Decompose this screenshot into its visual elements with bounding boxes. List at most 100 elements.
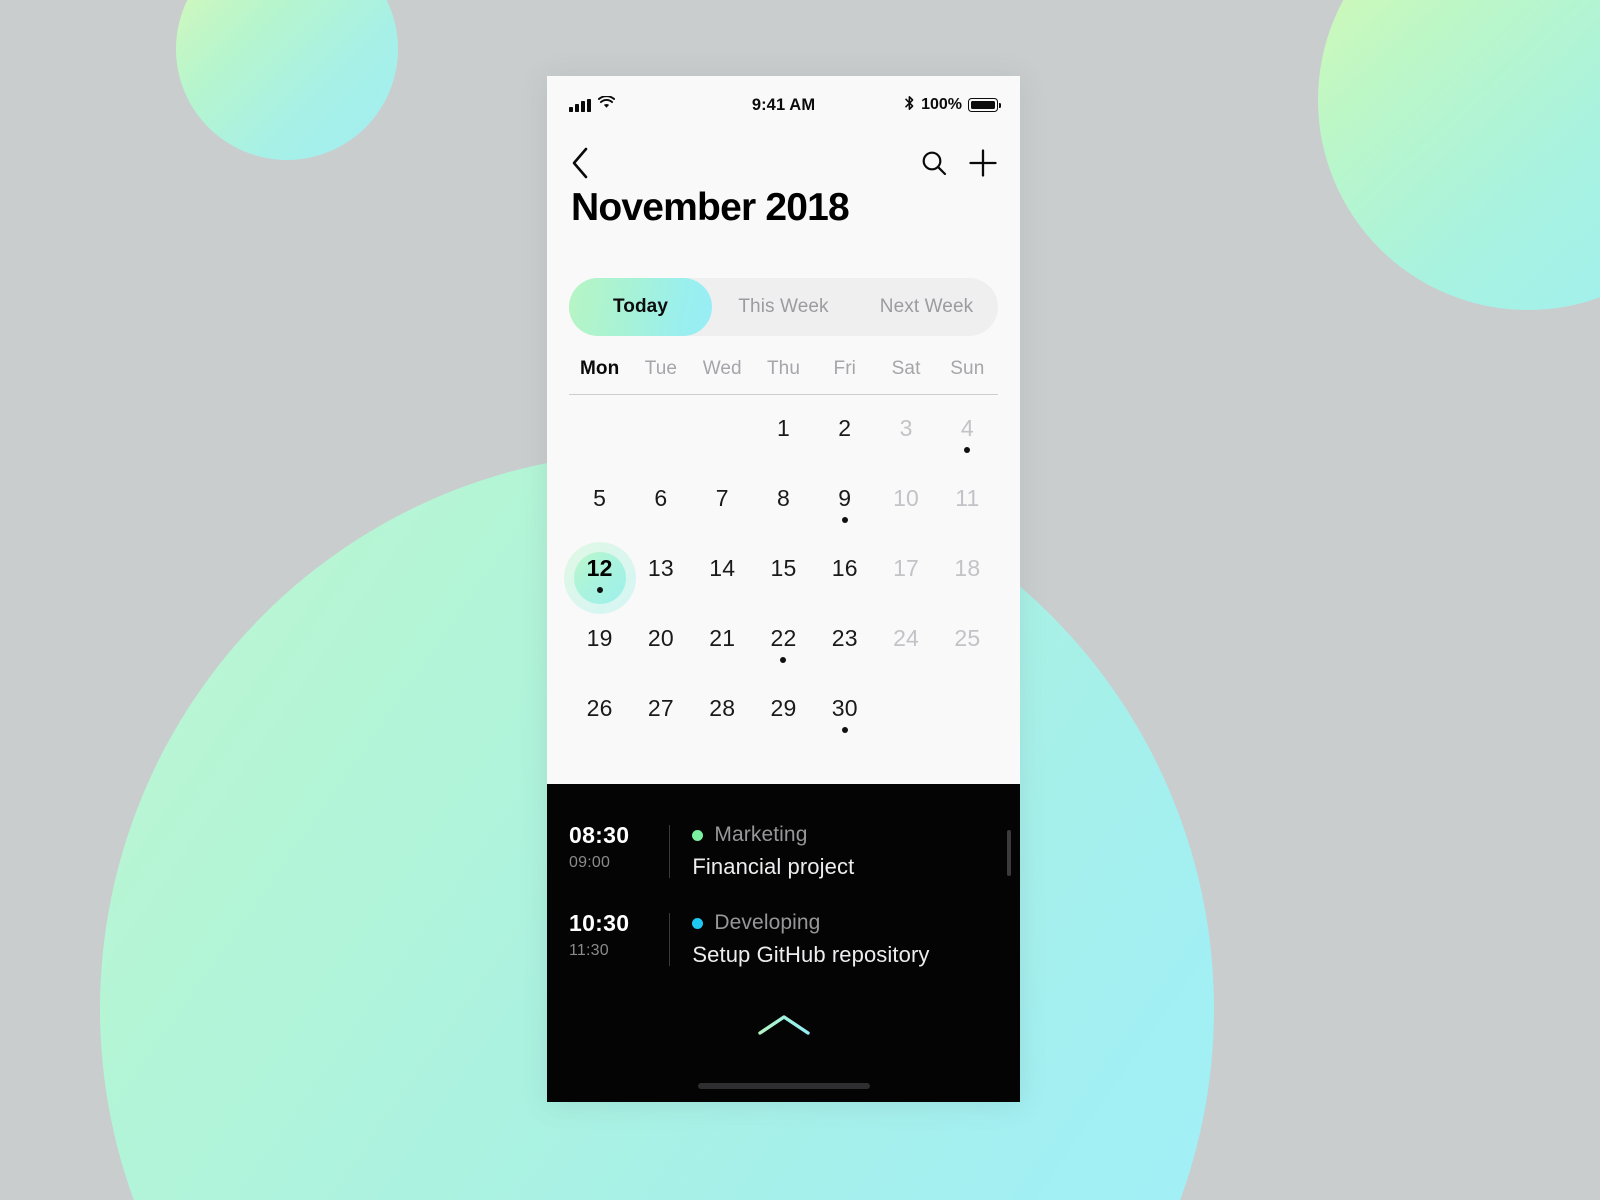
range-segmented-control: Today This Week Next Week (569, 278, 998, 336)
calendar-day-empty (692, 403, 753, 473)
calendar-day[interactable]: 3 (875, 403, 936, 473)
calendar-day-number: 15 (770, 555, 797, 581)
weekday-header-row: Mon Tue Wed Thu Fri Sat Sun (569, 358, 998, 395)
calendar-day[interactable]: 18 (937, 543, 998, 613)
battery-full-icon (968, 98, 1001, 112)
calendar-day[interactable]: 1 (753, 403, 814, 473)
calendar-day-selected[interactable]: 12 (569, 543, 630, 613)
calendar-day-number: 26 (586, 695, 613, 721)
segment-this-week[interactable]: This Week (712, 278, 855, 336)
search-icon[interactable] (920, 149, 948, 177)
calendar-day-number: 16 (831, 555, 858, 581)
calendar-day-number: 6 (654, 485, 668, 511)
event-category-label: Marketing (714, 823, 808, 846)
background-blob-small-top-left (176, 0, 398, 160)
weekday-mon: Mon (579, 358, 620, 379)
calendar-day[interactable]: 26 (569, 683, 630, 753)
calendar-day-number: 20 (647, 625, 674, 651)
calendar-day-number: 21 (709, 625, 736, 651)
calendar-day-number: 30 (831, 695, 858, 721)
calendar-day-empty (569, 403, 630, 473)
calendar-day[interactable]: 25 (937, 613, 998, 683)
event-end-time: 09:00 (569, 854, 611, 871)
calendar-day-grid: 1 2 3 4 5 6 7 8 9 10 11 12 13 14 15 16 17 18 19 20 21 22 23 24 2… (569, 403, 998, 784)
calendar-day-number: 14 (709, 555, 736, 581)
event-category-dot (692, 917, 704, 929)
calendar-day[interactable]: 14 (692, 543, 753, 613)
calendar-day-number: 24 (893, 625, 920, 651)
events-list: 08:30 09:00 Marketing Financial project 10:3… (547, 822, 1020, 968)
calendar-day[interactable]: 20 (630, 613, 691, 683)
calendar-day[interactable]: 6 (630, 473, 691, 543)
event-indicator-dot (596, 587, 603, 593)
weekday-sun: Sun (950, 358, 985, 379)
calendar-day-empty (630, 403, 691, 473)
event-title: Setup GitHub repository (692, 942, 930, 967)
calendar-day[interactable]: 4 (937, 403, 998, 473)
event-title: Financial project (692, 854, 855, 879)
event-indicator-dot (841, 727, 848, 733)
calendar-day[interactable]: 5 (569, 473, 630, 543)
calendar-day[interactable]: 2 (814, 403, 875, 473)
calendar-day-number: 1 (776, 415, 790, 441)
background-blob-top-right (1318, 0, 1600, 310)
calendar-day-number: 19 (586, 625, 613, 651)
calendar-day-number: 29 (770, 695, 797, 721)
navigation-bar (547, 134, 1020, 180)
calendar-day-number: 3 (899, 415, 913, 441)
calendar-day-number: 4 (960, 415, 974, 441)
calendar-day-number: 18 (954, 555, 981, 581)
events-scrollbar[interactable] (1007, 830, 1011, 876)
weekday-sat: Sat (891, 358, 921, 379)
calendar-day-number: 17 (893, 555, 920, 581)
calendar-day[interactable]: 19 (569, 613, 630, 683)
calendar-day-number: 7 (715, 485, 729, 511)
event-start-time: 08:30 (569, 822, 630, 848)
calendar-day[interactable]: 27 (630, 683, 691, 753)
event-category-dot (692, 829, 704, 841)
calendar-day[interactable]: 10 (875, 473, 936, 543)
calendar-day[interactable]: 22 (753, 613, 814, 683)
calendar-day-number: 28 (709, 695, 736, 721)
calendar-day[interactable]: 28 (692, 683, 753, 753)
event-body: Developing Setup GitHub repository (692, 910, 994, 968)
weekday-tue: Tue (644, 358, 678, 379)
event-indicator-dot (780, 657, 787, 663)
calendar-day[interactable]: 16 (814, 543, 875, 613)
calendar-day[interactable]: 17 (875, 543, 936, 613)
calendar-day-number: 8 (776, 485, 790, 511)
calendar-day[interactable]: 9 (814, 473, 875, 543)
calendar-day-number: 10 (893, 485, 920, 511)
expand-events-button[interactable] (547, 1011, 1020, 1046)
plus-icon[interactable] (968, 148, 998, 178)
calendar-day[interactable]: 24 (875, 613, 936, 683)
calendar-day[interactable]: 11 (937, 473, 998, 543)
event-indicator-dot (964, 447, 971, 453)
event-row[interactable]: 10:30 11:30 Developing Setup GitHub reposit… (547, 910, 1020, 968)
status-bar-time: 9:41 AM (751, 95, 816, 114)
event-indicator-dot (841, 517, 848, 523)
calendar-day[interactable]: 29 (753, 683, 814, 753)
calendar-day[interactable]: 15 (753, 543, 814, 613)
chevron-up-icon (756, 1011, 812, 1046)
calendar-day[interactable]: 23 (814, 613, 875, 683)
calendar-day-number: 27 (647, 695, 674, 721)
segment-next-week[interactable]: Next Week (855, 278, 998, 336)
event-time-column: 08:30 09:00 (569, 822, 663, 872)
phone-screen: 9:41 AM 100% November 2018 Today This We… (547, 76, 1020, 1102)
home-indicator[interactable] (697, 1083, 870, 1089)
segment-today[interactable]: Today (569, 278, 712, 336)
calendar-day-number: 11 (955, 485, 980, 511)
calendar-day[interactable]: 30 (814, 683, 875, 753)
calendar-day[interactable]: 13 (630, 543, 691, 613)
calendar-day[interactable]: 7 (692, 473, 753, 543)
event-row[interactable]: 08:30 09:00 Marketing Financial project (547, 822, 1020, 880)
events-panel: 08:30 09:00 Marketing Financial project 10:3… (547, 784, 1020, 1102)
status-bar: 9:41 AM 100% (547, 76, 1020, 134)
back-button[interactable] (569, 146, 591, 180)
calendar-day[interactable]: 21 (692, 613, 753, 683)
weekday-wed: Wed (702, 358, 742, 379)
calendar-day-number: 23 (831, 625, 858, 651)
event-category-label: Developing (714, 911, 821, 934)
calendar-day[interactable]: 8 (753, 473, 814, 543)
